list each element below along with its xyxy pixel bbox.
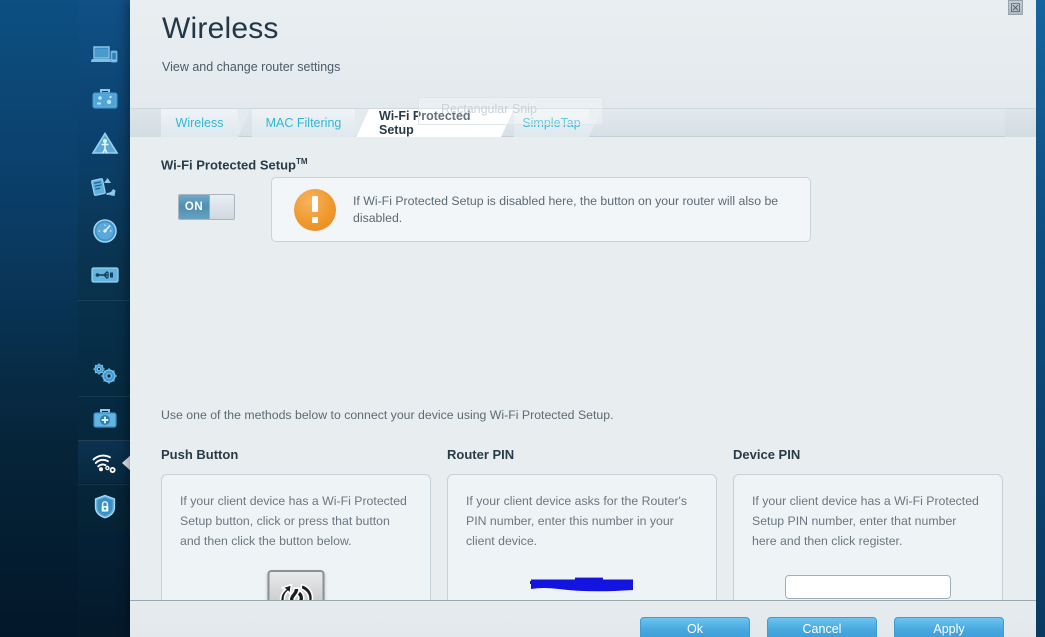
sidebar-item-connectivity[interactable]	[78, 352, 131, 396]
tab-wireless[interactable]: Wireless	[161, 109, 251, 137]
sidebar-item-speed-test[interactable]	[78, 209, 131, 253]
sidebar-item-wireless[interactable]	[78, 440, 132, 484]
toggle-knob	[209, 195, 234, 219]
tab-strip: Wireless MAC Filtering Wi-Fi Protected S…	[161, 109, 1005, 137]
panel-title: Push Button	[161, 447, 239, 462]
speed-test-icon	[92, 219, 117, 243]
wireless-icon	[92, 454, 116, 473]
apply-button[interactable]: Apply	[894, 617, 1004, 637]
wps-enable-toggle[interactable]: ON	[178, 194, 235, 220]
panel-title: Device PIN	[733, 447, 801, 462]
guest-access-icon	[91, 89, 118, 109]
dialog-header: Wireless View and change router settings…	[130, 0, 1036, 109]
tab-label: SimpleTap	[522, 116, 581, 130]
sidebar-item-troubleshooting[interactable]	[78, 396, 131, 440]
page-title: Wireless	[162, 12, 279, 45]
toggle-state-label: ON	[179, 195, 209, 219]
sidebar-item-media-prioritization[interactable]	[78, 165, 131, 209]
sidebar-icon-rail	[78, 0, 132, 531]
tab-simpletap[interactable]: SimpleTap	[514, 109, 602, 137]
redaction-scribble-icon	[530, 577, 633, 592]
ok-button[interactable]: Ok	[640, 617, 750, 637]
parental-controls-icon	[91, 131, 118, 154]
right-edge-strip	[1036, 0, 1045, 637]
warning-text: If Wi-Fi Protected Setup is disabled her…	[353, 193, 779, 225]
methods-note: Use one of the methods below to connect …	[161, 408, 614, 422]
page-subtitle: View and change router settings	[162, 60, 341, 74]
sidebar-item-parental-controls[interactable]	[78, 121, 131, 165]
sidebar-item-security[interactable]	[78, 484, 131, 528]
cancel-button[interactable]: Cancel	[767, 617, 877, 637]
panel-description: If your client device asks for the Route…	[466, 494, 688, 548]
panel-description: If your client device has a Wi-Fi Protec…	[752, 494, 979, 548]
panel-title: Router PIN	[447, 447, 515, 462]
router-pin-redaction	[529, 575, 635, 595]
sidebar-item-usb-storage[interactable]	[78, 253, 131, 297]
panel-description: If your client device has a Wi-Fi Protec…	[180, 494, 407, 548]
warning-box: If Wi-Fi Protected Setup is disabled her…	[271, 177, 811, 242]
tab-bar: Wireless MAC Filtering Wi-Fi Protected S…	[130, 109, 1036, 137]
warning-exclamation-icon	[294, 188, 336, 231]
sidebar-item-guest-access[interactable]	[78, 77, 131, 121]
dialog-footer: Ok Cancel Apply	[130, 600, 1036, 637]
tab-mac-filtering[interactable]: MAC Filtering	[252, 109, 368, 137]
tab-label: MAC Filtering	[265, 116, 342, 130]
security-icon	[94, 494, 115, 519]
dialog-body: Wi-Fi Protected SetupTM ON If Wi-Fi Prot…	[130, 137, 1036, 637]
wireless-settings-dialog: Wireless View and change router settings…	[130, 0, 1036, 637]
trademark-mark: TM	[295, 157, 308, 166]
section-title: Wi-Fi Protected SetupTM	[161, 157, 308, 172]
connectivity-icon	[92, 363, 117, 384]
rail-divider	[78, 300, 131, 301]
media-prioritization-icon	[90, 178, 115, 196]
tab-label: Wireless	[175, 116, 224, 130]
tab-wifi-protected-setup[interactable]: Wi-Fi Protected Setup	[356, 109, 514, 137]
sidebar-item-device-list[interactable]	[78, 33, 131, 77]
troubleshooting-icon	[92, 408, 117, 428]
backdrop-left-panel	[0, 0, 78, 637]
device-list-icon	[90, 46, 117, 63]
close-icon[interactable]: ☒	[1008, 0, 1023, 15]
tab-label: Wi-Fi Protected Setup	[379, 109, 471, 137]
device-pin-input[interactable]	[785, 575, 951, 599]
section-title-text: Wi-Fi Protected Setup	[161, 157, 296, 173]
usb-storage-icon	[90, 267, 119, 283]
